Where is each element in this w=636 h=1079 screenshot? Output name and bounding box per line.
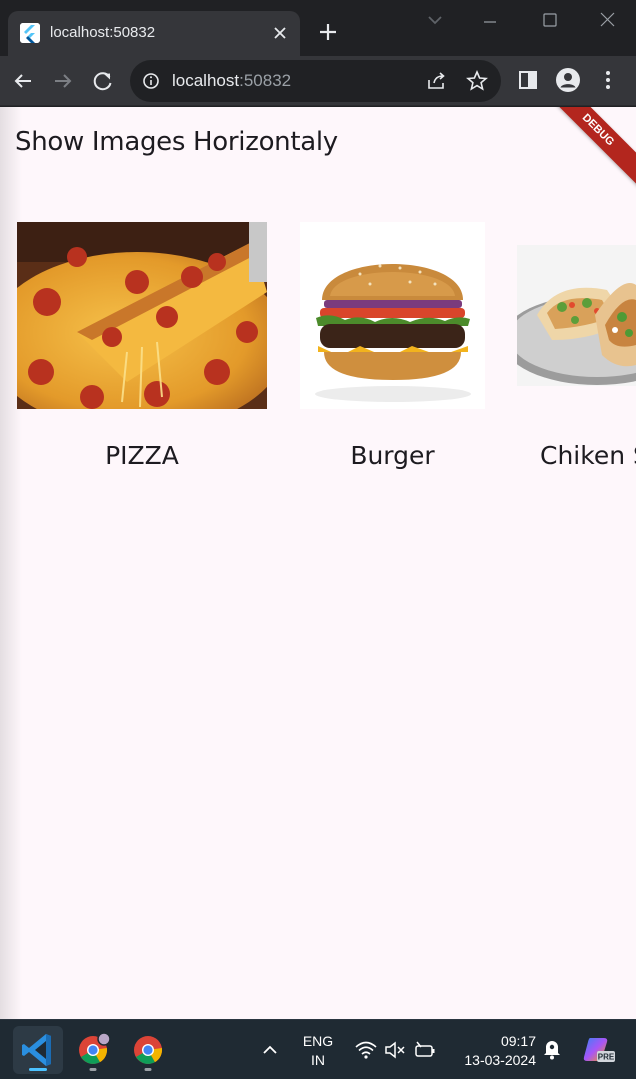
open-app-indicator: [144, 1068, 152, 1071]
item-label: Burger: [350, 441, 435, 470]
page-title: Show Images Horizontaly: [15, 127, 338, 157]
browser-tab[interactable]: localhost:50832: [8, 11, 300, 56]
browser-toolbar: localhost:50832: [0, 56, 636, 106]
vscode-icon: [22, 1034, 51, 1066]
clock-time: 09:17: [500, 1033, 536, 1049]
copilot-badge: PRE: [598, 1053, 615, 1062]
flutter-favicon-icon: [20, 23, 40, 43]
volume-muted-icon[interactable]: [383, 1038, 407, 1062]
browser-tab-strip: localhost:50832: [0, 0, 636, 56]
share-icon[interactable]: [426, 71, 448, 91]
reload-icon[interactable]: [88, 66, 118, 96]
chrome-icon: [79, 1032, 111, 1064]
window-minimize-icon[interactable]: [470, 8, 510, 36]
taskbar-vscode[interactable]: [13, 1026, 63, 1074]
open-app-indicator: [89, 1068, 97, 1071]
horizontal-image-list[interactable]: PIZZA Burger Chiken: [0, 217, 636, 487]
window-close-icon[interactable]: [588, 8, 628, 36]
active-app-indicator: [29, 1068, 47, 1071]
chiken-wrap-image: [502, 245, 636, 386]
copilot-icon[interactable]: PRE: [582, 1032, 616, 1066]
chrome-icon: [134, 1036, 163, 1064]
browser-menu-kebab-icon[interactable]: [598, 68, 618, 92]
show-hidden-icons-chevron-icon[interactable]: [258, 1038, 282, 1062]
system-clock[interactable]: 09:17 13-03-2024: [446, 1032, 536, 1070]
site-info-icon[interactable]: [142, 72, 160, 90]
taskbar-chrome-profile[interactable]: [68, 1026, 118, 1074]
notifications-bell-icon[interactable]: [540, 1037, 564, 1061]
os-taskbar: ENG IN 09:17 13-03-2024 PRE: [0, 1019, 636, 1079]
taskbar-chrome[interactable]: [123, 1026, 173, 1074]
url-port: :50832: [239, 71, 292, 90]
item-label: Chiken S: [540, 441, 636, 470]
clock-date: 13-03-2024: [464, 1052, 536, 1068]
url-host: localhost: [172, 71, 240, 90]
bookmark-star-icon[interactable]: [466, 69, 488, 92]
tab-close-icon[interactable]: [270, 23, 290, 43]
burger-image: [300, 222, 485, 409]
lang-region: IN: [311, 1052, 325, 1068]
address-bar[interactable]: localhost:50832: [130, 60, 501, 102]
app-viewport: Show Images Horizontaly DEBUG PIZZA Burg…: [0, 107, 636, 1019]
item-label: PIZZA: [105, 441, 179, 470]
back-arrow-icon[interactable]: [8, 66, 38, 96]
tab-search-chevron-icon[interactable]: [420, 8, 450, 32]
debug-banner: DEBUG: [540, 107, 636, 188]
pizza-image: [0, 222, 287, 432]
tab-title: localhost:50832: [50, 24, 156, 41]
profile-avatar-icon[interactable]: [556, 68, 580, 92]
window-maximize-icon[interactable]: [530, 8, 570, 36]
battery-charging-icon[interactable]: [413, 1038, 437, 1062]
lang-code: ENG: [302, 1033, 334, 1049]
input-language-indicator[interactable]: ENG IN: [298, 1032, 338, 1070]
side-panel-icon[interactable]: [517, 68, 539, 92]
address-url: localhost:50832: [172, 71, 291, 91]
wifi-icon[interactable]: [354, 1038, 378, 1062]
forward-arrow-icon[interactable]: [48, 66, 78, 96]
new-tab-plus-icon[interactable]: [314, 18, 342, 46]
